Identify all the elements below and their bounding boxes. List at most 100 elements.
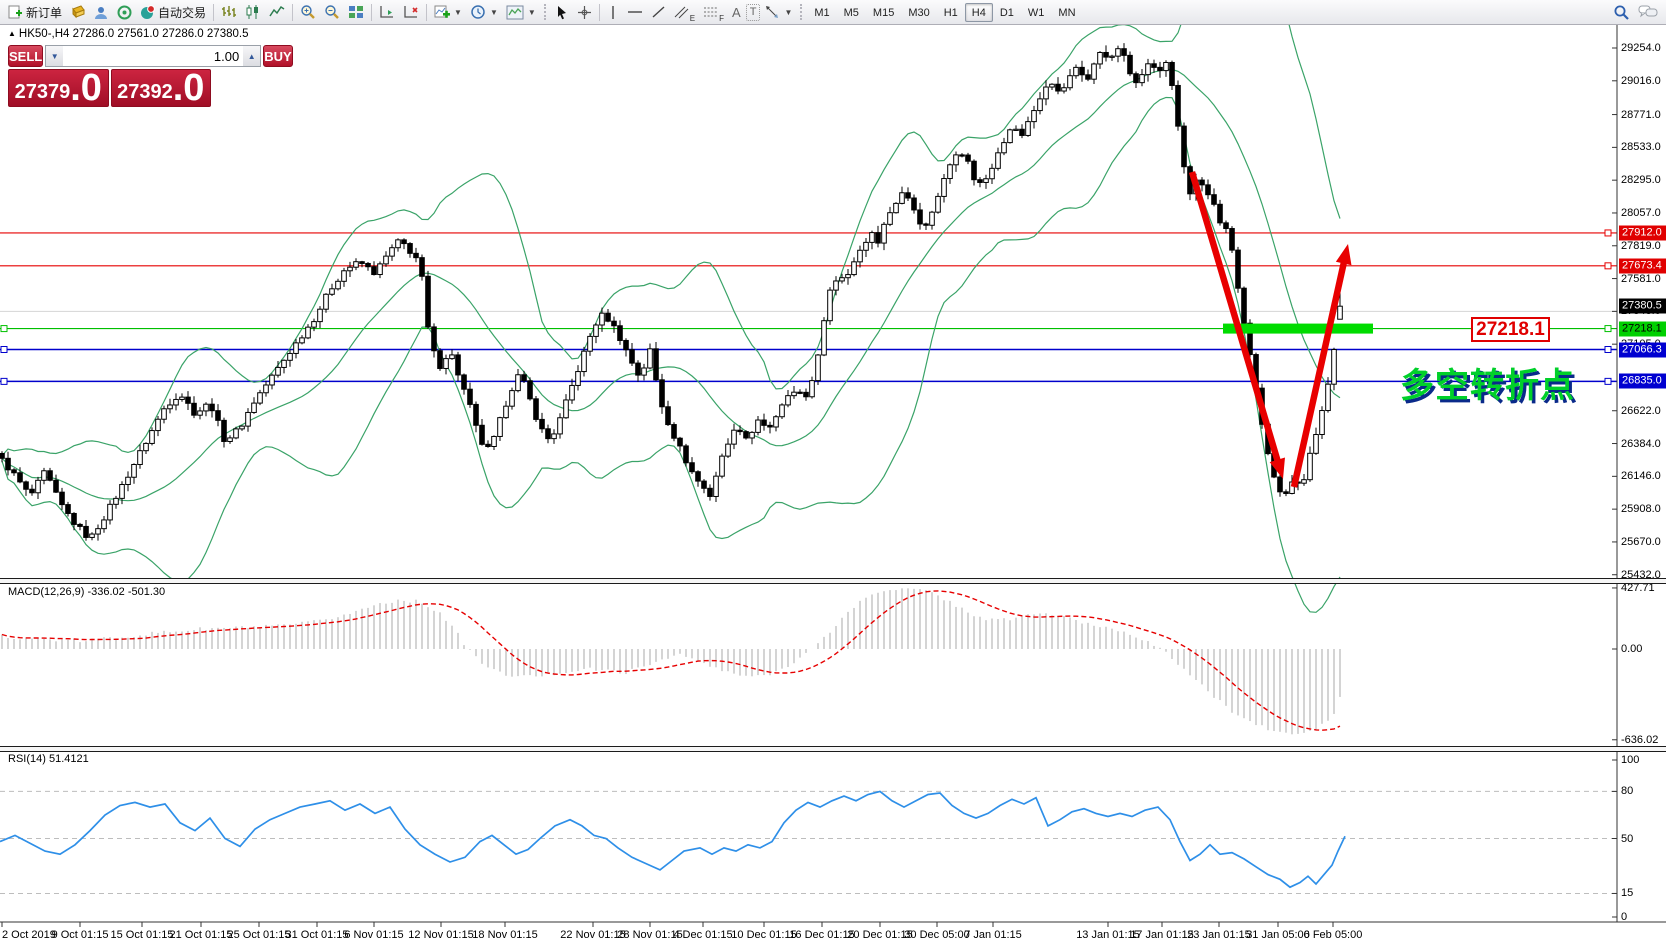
indicators-button[interactable]: ▼	[431, 2, 465, 23]
chart-shift-icon	[404, 6, 418, 18]
text-tool-button[interactable]: A	[729, 2, 744, 23]
sell-price-display[interactable]: 27379.0	[8, 69, 109, 107]
timeframes-button[interactable]: ▼	[467, 2, 501, 23]
toolbar-grip[interactable]	[543, 4, 547, 20]
zoom-out-button[interactable]	[321, 2, 343, 23]
dropdown-caret-icon: ▼	[489, 7, 498, 17]
new-order-icon	[8, 5, 22, 18]
horizontal-line-icon	[627, 11, 642, 13]
toolbar-separator	[371, 3, 373, 21]
fibonacci-letter: F	[719, 13, 725, 23]
candlestick-chart-icon	[246, 5, 259, 19]
toolbar-grip[interactable]	[800, 4, 803, 20]
trading-terminal-window: 新订单 自动交易 ▼ ▼ ▼ E F A T ▼ M1 M5 M15 M30 H…	[0, 0, 1666, 947]
cursor-tool-button[interactable]	[552, 2, 572, 23]
chat-icon	[1638, 5, 1658, 18]
gold-package-icon	[72, 5, 85, 19]
buy-price-display[interactable]: 27392.0	[110, 67, 211, 109]
timeframe-M1[interactable]: M1	[807, 3, 836, 22]
signal-icon	[117, 5, 132, 19]
buy-price-fraction: .0	[172, 67, 205, 109]
volume-decrease-button[interactable]: ▼	[46, 46, 64, 66]
chat-button[interactable]	[1635, 2, 1661, 23]
zoom-in-button[interactable]	[297, 2, 319, 23]
chart-canvas[interactable]	[0, 0, 1666, 947]
symbol-ohlc-text: HK50-,H4 27286.0 27561.0 27286.0 27380.5	[18, 28, 249, 40]
deposit-button[interactable]	[67, 2, 89, 23]
arrow-shapes-icon	[766, 6, 779, 18]
panel-splitter-macd[interactable]	[0, 578, 1666, 584]
tile-windows-button[interactable]	[345, 2, 367, 23]
timeframe-D1[interactable]: D1	[993, 3, 1021, 22]
profile-button[interactable]	[91, 2, 112, 23]
volume-stepper: ▼ ▲	[45, 45, 262, 67]
crosshair-icon	[577, 5, 591, 19]
timeframe-H1[interactable]: H1	[937, 3, 965, 22]
macd-indicator-label: MACD(12,26,9) -336.02 -501.30	[8, 586, 166, 598]
volume-input[interactable]	[63, 46, 244, 66]
search-button[interactable]	[1610, 2, 1633, 23]
auto-scroll-button[interactable]	[376, 2, 398, 23]
zoom-in-icon	[301, 5, 315, 19]
rsi-panel	[0, 790, 1617, 894]
support-price-annotation[interactable]: 27218.1	[1471, 317, 1550, 342]
timeframe-MN[interactable]: MN	[1051, 3, 1082, 22]
cursor-icon	[557, 5, 566, 19]
collapse-triangle-icon[interactable]: ▲	[8, 29, 16, 38]
fibonacci-tool-button[interactable]: F	[700, 2, 727, 23]
vertical-line-tool-button[interactable]	[604, 2, 622, 23]
volume-increase-button[interactable]: ▲	[243, 46, 261, 66]
toolbar-separator	[213, 3, 215, 21]
toolbar-separator	[598, 3, 600, 21]
support-highlight-bar[interactable]	[1223, 323, 1373, 334]
line-chart-button[interactable]	[266, 2, 288, 23]
signal-button[interactable]	[114, 2, 135, 23]
channel-letter: E	[689, 13, 696, 23]
channel-icon	[674, 6, 689, 19]
vertical-line-icon	[612, 5, 614, 19]
auto-trading-label: 自动交易	[158, 5, 207, 20]
sell-price-main: 27379	[14, 81, 71, 103]
dropdown-caret-icon: ▼	[784, 7, 793, 17]
one-click-trading-panel: SELL ▼ ▲ BUY 27379.0 27392.0	[8, 45, 293, 109]
auto-scroll-icon	[380, 6, 394, 18]
dropdown-caret-icon: ▼	[454, 7, 462, 17]
trendline-tool-button[interactable]	[648, 2, 669, 23]
candlestick-chart-button[interactable]	[242, 2, 264, 23]
new-order-label: 新订单	[26, 5, 63, 20]
sell-button[interactable]: SELL	[8, 45, 44, 67]
timeframe-M15[interactable]: M15	[866, 3, 901, 22]
sell-price-fraction: .0	[70, 67, 102, 109]
timeframe-W1[interactable]: W1	[1021, 3, 1052, 22]
toolbar-separator	[292, 3, 294, 21]
crosshair-tool-button[interactable]	[574, 2, 595, 23]
indicators-icon	[434, 5, 451, 18]
buy-button[interactable]: BUY	[263, 45, 293, 67]
channel-tool-button[interactable]: E	[671, 2, 698, 23]
arrows-tool-button[interactable]: ▼	[762, 2, 795, 23]
horizontal-line-tool-button[interactable]	[624, 2, 646, 23]
toolbar-separator	[426, 3, 428, 21]
rsi-indicator-label: RSI(14) 51.4121	[8, 753, 89, 765]
bar-chart-icon	[222, 6, 237, 17]
dropdown-caret-icon: ▼	[527, 7, 536, 17]
bar-chart-button[interactable]	[218, 2, 240, 23]
tile-windows-icon	[349, 6, 364, 18]
new-order-button[interactable]: 新订单	[5, 2, 65, 23]
turning-point-annotation[interactable]: 多空转折点	[1400, 358, 1575, 407]
template-icon	[506, 5, 524, 19]
fibonacci-icon	[704, 7, 718, 17]
trendline-icon	[652, 6, 665, 18]
profile-icon	[95, 6, 108, 19]
label-tool-button: T	[745, 3, 761, 21]
zoom-out-icon	[325, 5, 339, 19]
timeframe-M30[interactable]: M30	[901, 3, 936, 22]
timeframe-M5[interactable]: M5	[837, 3, 866, 22]
timeframe-H4[interactable]: H4	[964, 2, 993, 22]
panel-splitter-rsi[interactable]	[0, 746, 1666, 752]
symbol-ohlc-header: ▲ HK50-,H4 27286.0 27561.0 27286.0 27380.…	[8, 28, 248, 40]
templates-button[interactable]: ▼	[503, 2, 539, 23]
search-icon	[1614, 5, 1629, 20]
chart-shift-button[interactable]	[400, 2, 422, 23]
auto-trading-button[interactable]: 自动交易	[137, 2, 209, 23]
